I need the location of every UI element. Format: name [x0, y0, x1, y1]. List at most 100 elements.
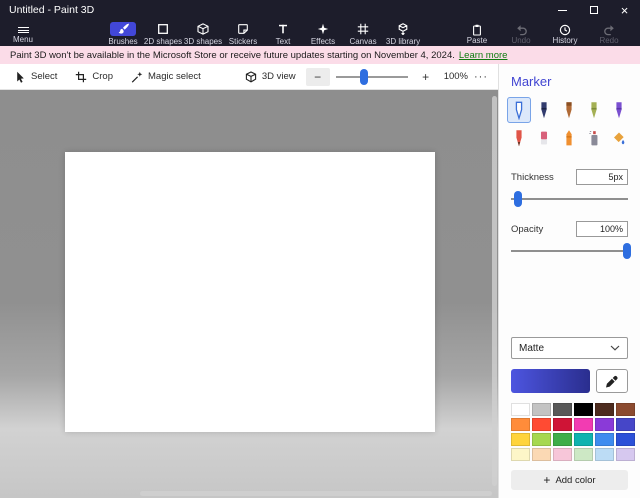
color-swatch[interactable]	[595, 403, 614, 416]
color-swatch[interactable]	[532, 448, 551, 461]
brush-eraser[interactable]	[532, 125, 556, 151]
color-swatch[interactable]	[511, 403, 530, 416]
thickness-input[interactable]: 5px	[576, 169, 628, 185]
tab-text[interactable]: Text	[264, 20, 302, 46]
tab-effects[interactable]: Effects	[304, 20, 342, 46]
color-swatch[interactable]	[553, 418, 572, 431]
opacity-field: Opacity 100%	[511, 221, 628, 237]
notification-message: Paint 3D won't be available in the Micro…	[10, 50, 455, 61]
plus-icon: +	[543, 474, 550, 486]
watercolour-icon	[587, 101, 601, 120]
brush-calligraphy-pen[interactable]	[532, 97, 556, 123]
brush-watercolour[interactable]	[582, 97, 606, 123]
opacity-input[interactable]: 100%	[576, 221, 628, 237]
gradient-swatch[interactable]	[511, 369, 590, 393]
brush-marker[interactable]	[507, 97, 531, 123]
thickness-field: Thickness 5px	[511, 169, 628, 185]
tab-stickers[interactable]: Stickers	[224, 20, 262, 46]
learn-more-link[interactable]: Learn more	[459, 50, 508, 61]
brush-crayon[interactable]	[557, 125, 581, 151]
brush-oil-brush[interactable]	[557, 97, 581, 123]
cube-icon	[190, 22, 216, 36]
close-icon: ×	[621, 4, 629, 17]
add-color-button[interactable]: + Add color	[511, 470, 628, 490]
select-button[interactable]: Select	[14, 71, 57, 83]
maximize-button[interactable]	[578, 0, 609, 20]
color-swatch[interactable]	[574, 433, 593, 446]
color-swatch[interactable]	[553, 448, 572, 461]
color-swatch[interactable]	[616, 403, 635, 416]
brush-row-1	[507, 97, 632, 123]
zoom-slider[interactable]	[336, 69, 408, 85]
undo-button[interactable]: Undo	[504, 20, 538, 45]
color-swatch[interactable]	[511, 448, 530, 461]
paste-icon	[471, 23, 483, 36]
horizontal-scrollbar[interactable]	[140, 491, 492, 496]
thickness-slider[interactable]	[511, 191, 628, 207]
menu-label: Menu	[13, 35, 33, 44]
tab-3d-shapes[interactable]: 3D shapes	[184, 20, 222, 46]
top-toolbar: Menu Brushes 2D shapes 3D shapes	[0, 20, 640, 46]
square-icon	[150, 22, 176, 36]
color-swatch[interactable]	[616, 448, 635, 461]
3d-view-button[interactable]: 3D view	[245, 71, 296, 83]
color-swatch[interactable]	[532, 433, 551, 446]
eyedropper-button[interactable]	[596, 369, 628, 393]
zoom-slider-thumb[interactable]	[360, 69, 368, 85]
tab-3d-library[interactable]: 3D library	[384, 20, 422, 46]
thickness-slider-thumb[interactable]	[514, 191, 522, 207]
panel-title: Marker	[511, 74, 632, 89]
tab-2d-shapes[interactable]: 2D shapes	[144, 20, 182, 46]
sticker-icon	[230, 22, 256, 36]
paste-button[interactable]: Paste	[460, 20, 494, 45]
zoom-in-button[interactable]: +	[414, 68, 438, 86]
brush-pixel-pen[interactable]	[607, 97, 631, 123]
vertical-scrollbar[interactable]	[492, 96, 497, 486]
color-swatch[interactable]	[616, 433, 635, 446]
finish-value: Matte	[519, 343, 544, 354]
brush-pencil[interactable]	[507, 125, 531, 151]
canvas-area	[0, 90, 498, 498]
marker-icon	[512, 101, 526, 120]
history-button[interactable]: History	[548, 20, 582, 45]
tab-brushes[interactable]: Brushes	[104, 20, 142, 46]
color-swatch[interactable]	[532, 403, 551, 416]
close-button[interactable]: ×	[609, 0, 640, 20]
hamburger-icon	[18, 26, 29, 35]
color-swatch[interactable]	[511, 418, 530, 431]
color-swatch[interactable]	[574, 448, 593, 461]
menu-button[interactable]: Menu	[0, 20, 46, 46]
color-swatch[interactable]	[595, 448, 614, 461]
crop-icon	[75, 71, 87, 83]
text-icon	[270, 22, 296, 36]
zoom-out-button[interactable]: −	[306, 68, 330, 86]
drawing-canvas[interactable]	[65, 152, 435, 432]
color-swatch[interactable]	[574, 418, 593, 431]
tab-canvas[interactable]: Canvas	[344, 20, 382, 46]
color-swatch[interactable]	[574, 403, 593, 416]
opacity-slider-thumb[interactable]	[623, 243, 631, 259]
zoom-slider-track	[336, 76, 408, 78]
color-swatch[interactable]	[616, 418, 635, 431]
minimize-button[interactable]	[547, 0, 578, 20]
brush-fill[interactable]	[607, 125, 631, 151]
finish-dropdown[interactable]: Matte	[511, 337, 628, 359]
color-swatch[interactable]	[595, 433, 614, 446]
eraser-icon	[537, 129, 551, 148]
more-options-icon[interactable]: ···	[474, 71, 488, 83]
3d-view-cube-icon	[245, 71, 257, 83]
magic-select-button[interactable]: Magic select	[131, 71, 201, 83]
color-swatch[interactable]	[553, 403, 572, 416]
fill-bucket-icon	[612, 129, 626, 148]
color-swatch[interactable]	[553, 433, 572, 446]
color-swatch[interactable]	[595, 418, 614, 431]
opacity-slider[interactable]	[511, 243, 628, 259]
color-swatch[interactable]	[511, 433, 530, 446]
brush-spray-can[interactable]	[582, 125, 606, 151]
thickness-slider-track	[511, 198, 628, 200]
notification-bar: Paint 3D won't be available in the Micro…	[0, 46, 640, 64]
crop-button[interactable]: Crop	[75, 71, 113, 83]
redo-button[interactable]: Redo	[592, 20, 626, 45]
redo-icon	[603, 23, 616, 36]
color-swatch[interactable]	[532, 418, 551, 431]
